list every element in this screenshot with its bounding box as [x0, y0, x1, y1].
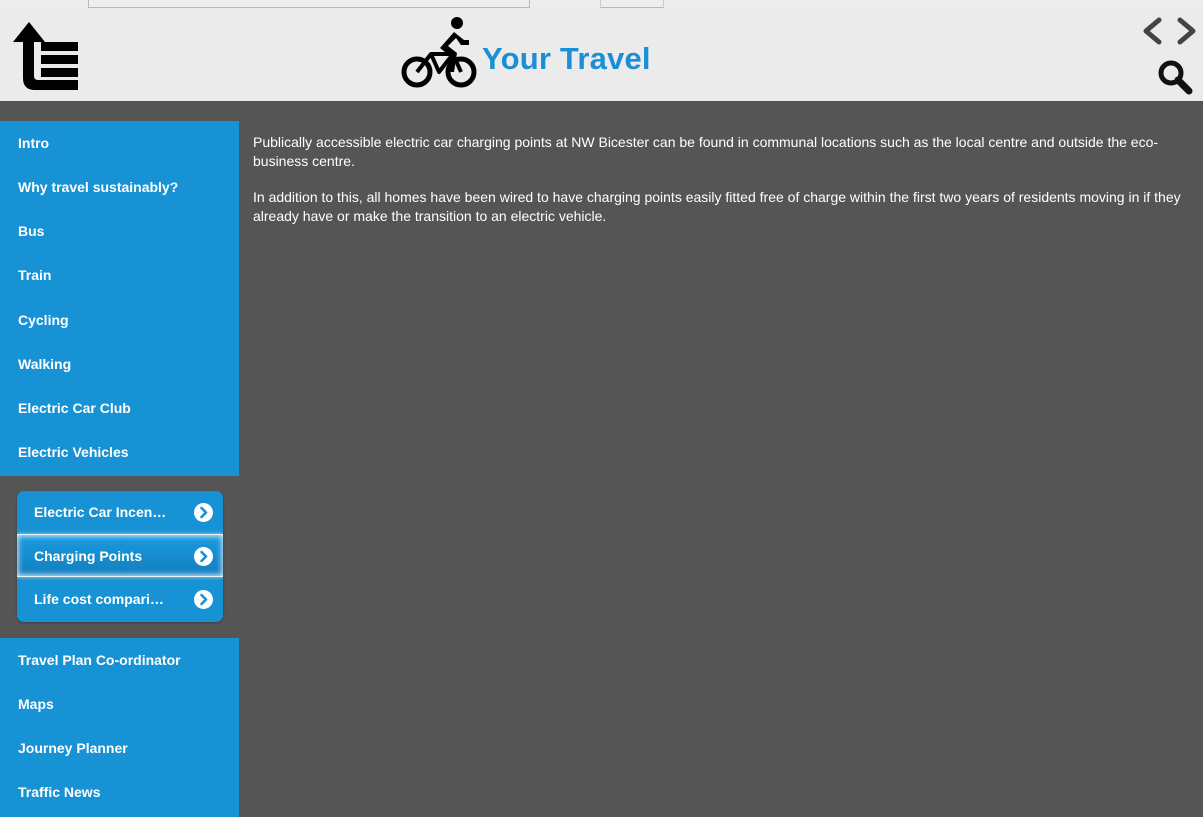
sidebar-item-journey-planner[interactable]: Journey Planner — [0, 726, 239, 770]
sidebar-nav: Intro Why travel sustainably? Bus Train … — [0, 121, 239, 817]
submenu-item-life-cost-comparison[interactable]: Life cost compari… — [17, 578, 223, 621]
brand: Your Travel — [398, 14, 651, 94]
content-paragraph: In addition to this, all homes have been… — [253, 189, 1181, 224]
main-content: Publically accessible electric car charg… — [253, 133, 1183, 243]
tab-edge — [600, 0, 664, 8]
chevron-right-icon — [194, 503, 213, 522]
submenu-item-electric-car-incentives[interactable]: Electric Car Incen… — [17, 491, 223, 534]
sidebar-item-electric-vehicles[interactable]: Electric Vehicles — [0, 430, 239, 474]
submenu-container: Electric Car Incen… Charging Points Life… — [0, 476, 239, 638]
collapse-menu-icon[interactable] — [10, 20, 80, 92]
chevron-right-icon — [194, 590, 213, 609]
page-nav — [1140, 14, 1198, 50]
sidebar-item-cycling[interactable]: Cycling — [0, 298, 239, 342]
submenu-item-charging-points[interactable]: Charging Points — [17, 534, 223, 577]
sidebar-item-travel-plan-coordinator[interactable]: Travel Plan Co-ordinator — [0, 638, 239, 682]
chevron-left-icon[interactable] — [1143, 17, 1162, 45]
sidebar-item-bus[interactable]: Bus — [0, 209, 239, 253]
cyclist-icon — [401, 17, 477, 88]
browser-top-strip — [0, 0, 1203, 8]
sidebar-item-walking[interactable]: Walking — [0, 342, 239, 386]
chevron-right-icon[interactable] — [1177, 17, 1196, 45]
content-paragraph: Publically accessible electric car charg… — [253, 134, 1159, 169]
sidebar-item-maps[interactable]: Maps — [0, 682, 239, 726]
sidebar-item-intro[interactable]: Intro — [0, 121, 239, 165]
chevron-right-icon — [194, 547, 213, 566]
sidebar-item-why-travel-sustainably[interactable]: Why travel sustainably? — [0, 165, 239, 209]
submenu-item-label: Charging Points — [34, 548, 143, 564]
app-header: Your Travel — [0, 8, 1203, 101]
sidebar-item-train[interactable]: Train — [0, 253, 239, 297]
submenu-item-label: Electric Car Incen… — [34, 504, 167, 520]
search-icon[interactable] — [1156, 58, 1194, 96]
sidebar-item-electric-car-club[interactable]: Electric Car Club — [0, 386, 239, 430]
app-title: Your Travel — [482, 41, 651, 76]
submenu-item-label: Life cost compari… — [34, 591, 164, 607]
address-bar-edge — [88, 0, 530, 8]
electric-vehicles-submenu: Electric Car Incen… Charging Points Life… — [17, 491, 223, 622]
sidebar-item-traffic-news[interactable]: Traffic News — [0, 770, 239, 814]
